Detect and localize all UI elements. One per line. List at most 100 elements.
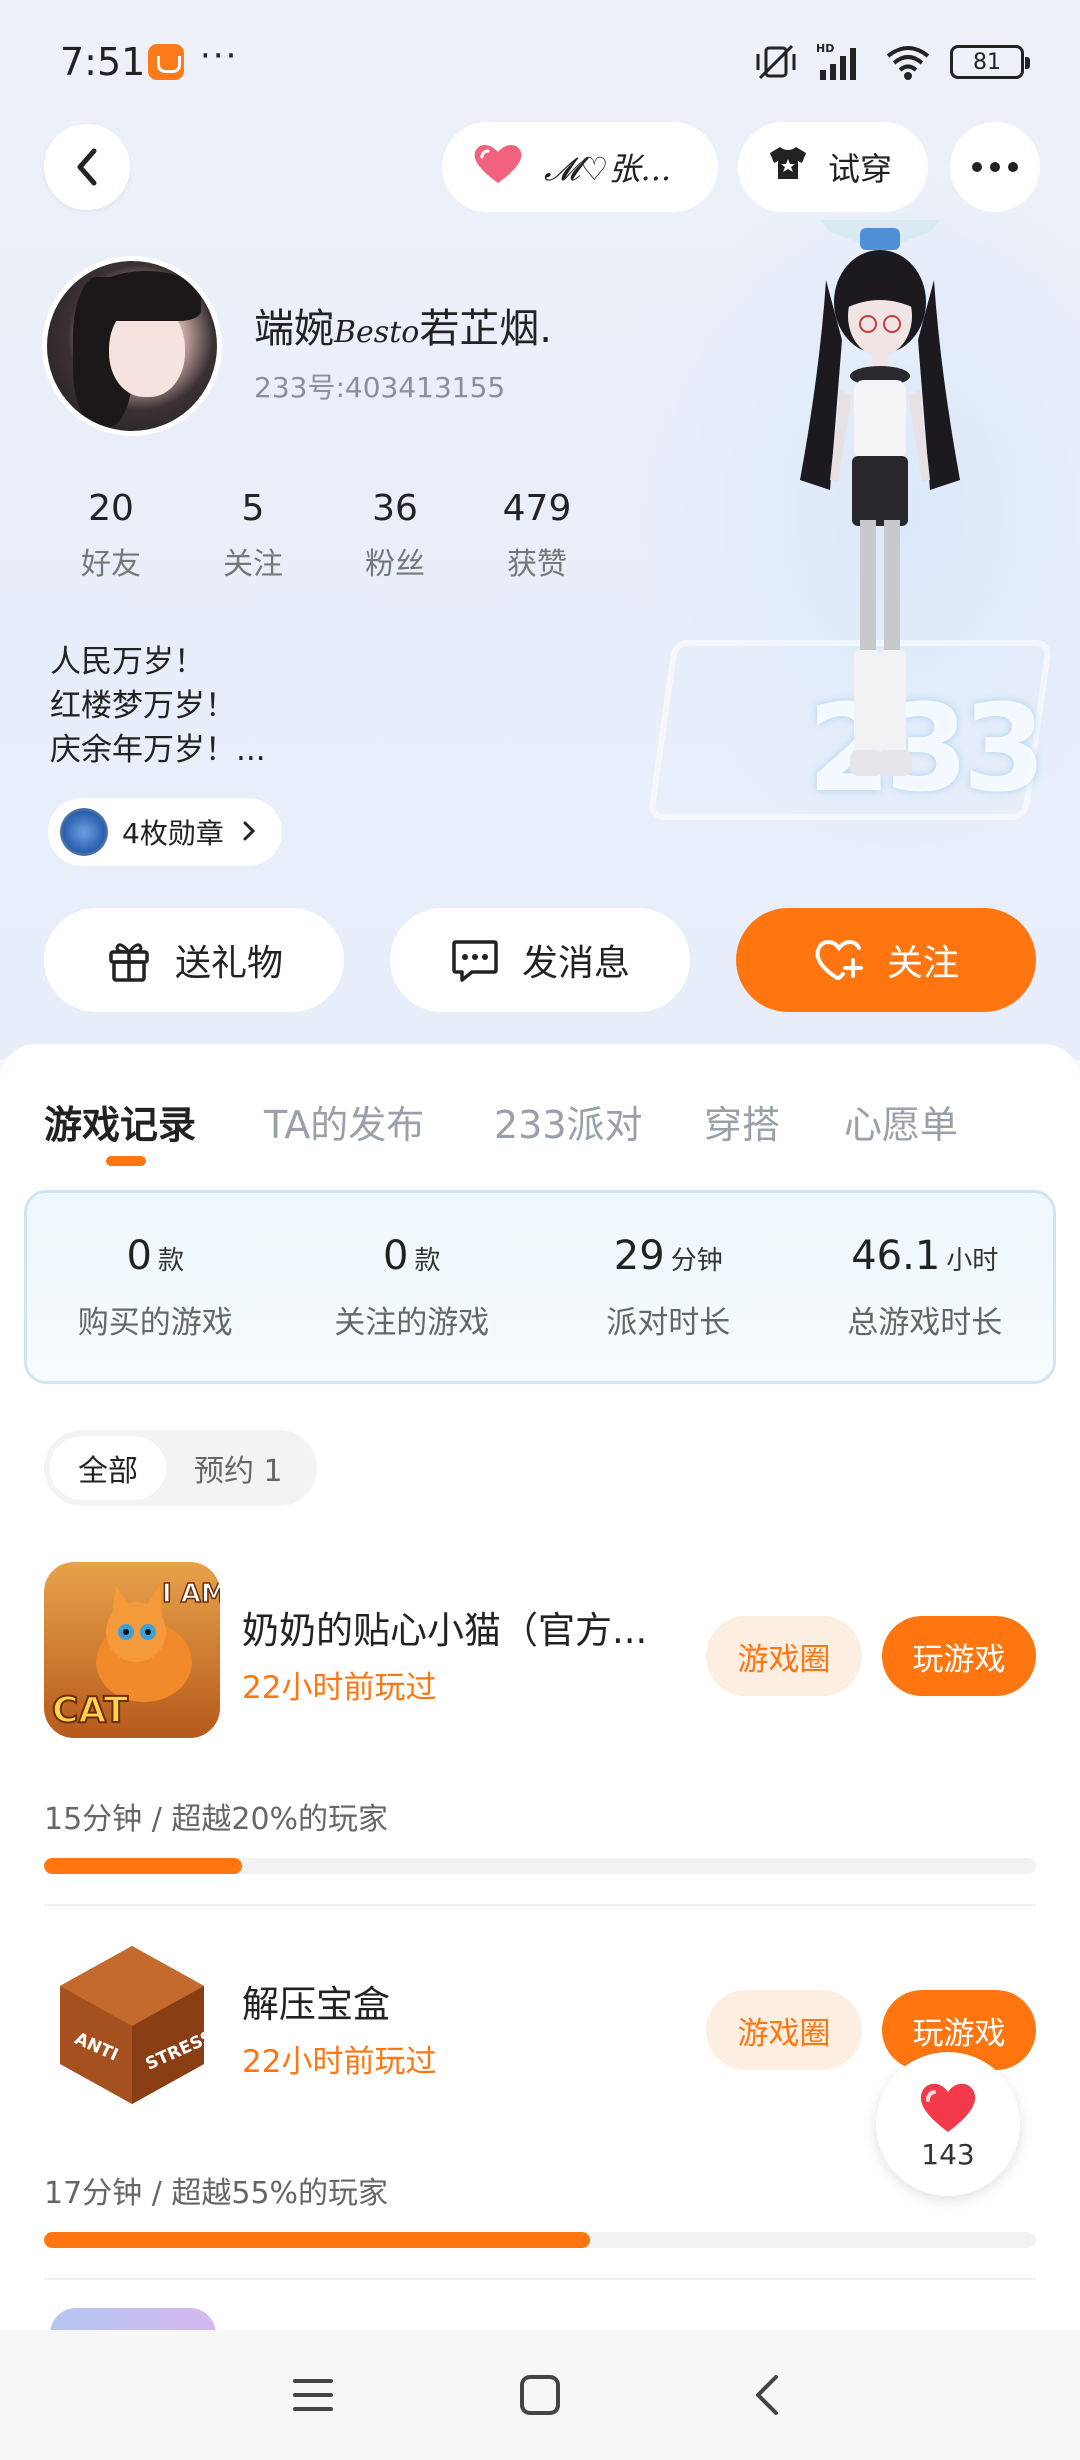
bio-line: 红楼梦万岁！ xyxy=(50,688,236,724)
system-icons: HD 81 xyxy=(754,42,1030,82)
stat-fans[interactable]: 36 粉丝 xyxy=(324,488,466,583)
summary-label: 关注的游戏 xyxy=(334,1305,490,1341)
icon-text: I AM xyxy=(162,1579,220,1609)
send-gift-label: 送礼物 xyxy=(174,943,283,984)
last-played: 22小时前玩过 xyxy=(242,1670,437,1706)
icon-text: CAT xyxy=(52,1690,128,1731)
play-game-button[interactable]: 玩游戏 xyxy=(882,1616,1036,1696)
summary-label: 派对时长 xyxy=(606,1305,731,1341)
tab-party[interactable]: 233派对 xyxy=(494,1094,643,1149)
avatar-3d-figure[interactable] xyxy=(780,220,980,800)
user-avatar[interactable] xyxy=(42,256,222,436)
user-bio[interactable]: 人民万岁！ 红楼梦万岁！ 庆余年万岁！... xyxy=(50,640,266,772)
stat-value: 479 xyxy=(502,488,572,529)
wifi-icon xyxy=(884,42,932,82)
summary-total-time: 46.1 小时 总游戏时长 xyxy=(797,1193,1054,1381)
summary-unit: 小时 xyxy=(946,1246,999,1276)
avatar-bangs xyxy=(91,271,201,321)
summary-value: 46.1 xyxy=(851,1233,941,1279)
svg-text:HD: HD xyxy=(816,42,834,55)
summary-followed: 0款 关注的游戏 xyxy=(284,1193,541,1381)
shirt-icon xyxy=(766,143,810,191)
app-notification-icon xyxy=(148,44,184,80)
bio-line: 人民万岁！ xyxy=(50,644,205,680)
send-gift-button[interactable]: 送礼物 xyxy=(44,908,344,1012)
medals-label: 4枚勋章 xyxy=(122,817,224,850)
profile-stats: 20 好友 5 关注 36 粉丝 479 获赞 xyxy=(40,488,608,583)
username: 端婉Besto若芷烟. xyxy=(254,296,552,354)
game-title: 解压宝盒 xyxy=(242,1983,390,2026)
last-played: 22小时前玩过 xyxy=(242,2044,437,2080)
filter-all[interactable]: 全部 xyxy=(50,1436,166,1500)
more-options-button[interactable] xyxy=(950,122,1040,212)
divider xyxy=(44,1904,1036,1906)
game-icon-anti-stress[interactable]: ANTI STRESS xyxy=(44,1936,220,2112)
stat-label: 关注 xyxy=(223,547,283,582)
system-navigation-bar xyxy=(0,2330,1080,2460)
stat-label: 好友 xyxy=(81,547,141,582)
summary-unit: 分钟 xyxy=(670,1246,723,1276)
battery-level: 81 xyxy=(973,49,1001,75)
stat-value: 5 xyxy=(241,488,265,529)
play-stats: 15分钟 / 超越20%的玩家 xyxy=(44,1802,389,1837)
stat-likes[interactable]: 479 获赞 xyxy=(466,488,608,583)
tab-outfits[interactable]: 穿搭 xyxy=(704,1094,780,1149)
game-circle-button[interactable]: 游戏圈 xyxy=(706,1616,862,1696)
dot-icon xyxy=(972,162,982,172)
stat-following[interactable]: 5 关注 xyxy=(182,488,324,583)
stat-friends[interactable]: 20 好友 xyxy=(40,488,182,583)
send-message-label: 发消息 xyxy=(521,943,630,984)
stat-label: 获赞 xyxy=(507,547,567,582)
home-button[interactable] xyxy=(500,2355,580,2435)
username-prefix: 端婉 xyxy=(254,306,334,352)
menu-button[interactable] xyxy=(273,2355,353,2435)
game-title: 奶奶的贴心小猫（官方... xyxy=(242,1609,648,1652)
medals-button[interactable]: 4枚勋章 xyxy=(48,798,282,866)
tab-indicator xyxy=(106,1156,146,1166)
dot-icon xyxy=(990,162,1000,172)
home-square-icon xyxy=(519,2375,560,2415)
gift-icon xyxy=(105,936,153,984)
try-on-button[interactable]: 试穿 xyxy=(738,122,928,212)
chevron-left-icon xyxy=(77,148,97,186)
game-icon-cat[interactable]: I AM CAT xyxy=(44,1562,220,1738)
profile-tabs: 游戏记录 TA的发布 233派对 穿搭 心愿单 xyxy=(0,1094,1080,1184)
try-on-label: 试穿 xyxy=(828,150,893,188)
heart-icon xyxy=(920,2083,976,2132)
system-back-button[interactable] xyxy=(727,2355,807,2435)
dot-icon xyxy=(1008,162,1018,172)
stat-value: 20 xyxy=(88,488,134,529)
intimate-friend-pill[interactable]: 𝓜♡张... xyxy=(442,122,718,212)
heart-icon xyxy=(470,141,526,193)
tab-wishlist[interactable]: 心愿单 xyxy=(844,1094,958,1149)
stat-label: 粉丝 xyxy=(365,547,425,582)
summary-value: 0 xyxy=(383,1233,409,1279)
progress-fill xyxy=(44,2232,590,2248)
chevron-left-icon xyxy=(755,2375,778,2415)
filter-reserved[interactable]: 预约 1 xyxy=(166,1436,311,1500)
summary-value: 0 xyxy=(126,1233,152,1279)
heart-plus-icon xyxy=(813,936,865,984)
summary-unit: 款 xyxy=(414,1246,441,1276)
like-button[interactable]: 143 xyxy=(876,2052,1020,2196)
chat-bubble-icon xyxy=(450,936,500,984)
bio-line: 庆余年万岁！... xyxy=(50,732,266,768)
username-fancy: Besto xyxy=(334,315,420,350)
filter-segment: 全部 预约 1 xyxy=(44,1430,317,1506)
send-message-button[interactable]: 发消息 xyxy=(390,908,690,1012)
status-bar: 7:51 ··· HD 81 xyxy=(0,0,1080,120)
game-circle-button[interactable]: 游戏圈 xyxy=(706,1990,862,2070)
progress-fill xyxy=(44,1858,243,1874)
battery-icon: 81 xyxy=(950,45,1030,79)
summary-unit: 款 xyxy=(157,1246,184,1276)
summary-label: 购买的游戏 xyxy=(77,1305,233,1341)
tab-posts[interactable]: TA的发布 xyxy=(264,1094,424,1149)
follow-button[interactable]: 关注 xyxy=(736,908,1036,1012)
summary-value: 29 xyxy=(613,1233,665,1279)
stat-value: 36 xyxy=(372,488,418,529)
vibrate-off-icon xyxy=(754,42,798,82)
back-button[interactable] xyxy=(44,124,130,210)
summary-party-time: 29 分钟 派对时长 xyxy=(540,1193,797,1381)
tab-game-records[interactable]: 游戏记录 xyxy=(44,1094,196,1149)
chevron-right-icon xyxy=(242,816,256,849)
